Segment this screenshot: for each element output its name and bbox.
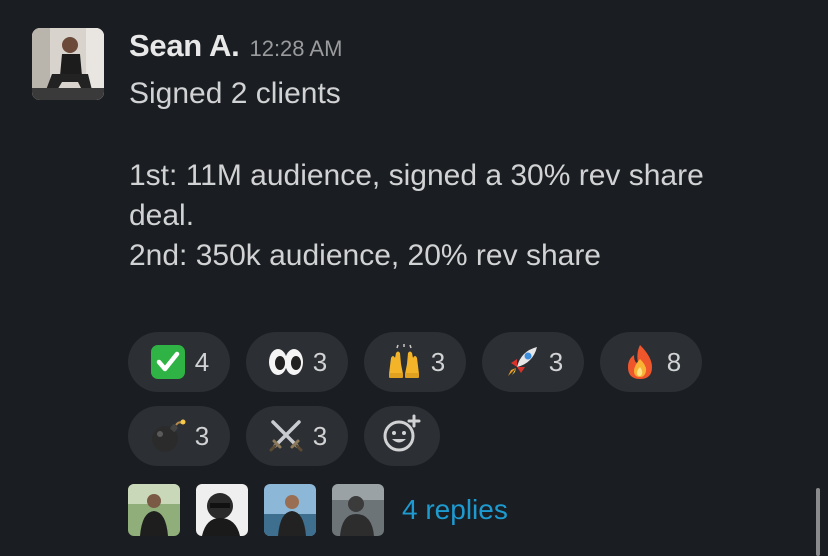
reaction-fire[interactable]: 8	[600, 332, 702, 392]
reaction-crossed-swords[interactable]: 3	[246, 406, 348, 466]
message-line: 1st: 11M audience, signed a 30% rev shar…	[129, 159, 704, 192]
message: Sean A. 12:28 AM Signed 2 clients 1st: 1…	[0, 0, 828, 556]
crossed-swords-icon	[267, 417, 305, 455]
message-header: Sean A. 12:28 AM	[129, 28, 342, 68]
fire-icon	[621, 343, 659, 381]
reaction-row: 3 3	[128, 406, 728, 466]
reaction-count: 3	[194, 420, 210, 451]
reaction-count: 3	[430, 346, 446, 377]
replies-link[interactable]: 4 replies	[402, 494, 508, 526]
message-body: Signed 2 clients 1st: 11M audience, sign…	[129, 74, 789, 276]
check-mark-icon	[149, 343, 187, 381]
reaction-count: 3	[548, 346, 564, 377]
reaction-check-mark[interactable]: 4	[128, 332, 230, 392]
author-name[interactable]: Sean A.	[129, 28, 240, 64]
bomb-icon	[149, 417, 187, 455]
message-line: deal.	[129, 199, 195, 232]
message-line: Signed 2 clients	[129, 77, 341, 110]
scrollbar-thumb[interactable]	[816, 488, 820, 556]
reaction-row: 4 3 3 3 8	[128, 332, 728, 392]
raised-hands-icon	[385, 343, 423, 381]
reply-avatar	[264, 484, 316, 536]
message-timestamp[interactable]: 12:28 AM	[249, 36, 342, 62]
eyes-icon	[267, 343, 305, 381]
reaction-count: 3	[312, 420, 328, 451]
reaction-rocket[interactable]: 3	[482, 332, 584, 392]
reaction-count: 4	[194, 346, 210, 377]
reaction-bomb[interactable]: 3	[128, 406, 230, 466]
author-avatar[interactable]	[32, 28, 104, 100]
reaction-count: 3	[312, 346, 328, 377]
reaction-count: 8	[666, 346, 682, 377]
message-line: 2nd: 350k audience, 20% rev share	[129, 239, 601, 272]
reaction-raised-hands[interactable]: 3	[364, 332, 466, 392]
reactions-bar: 4 3 3 3 8 3 3	[128, 332, 728, 480]
add-reaction-button[interactable]	[364, 406, 440, 466]
reply-avatar	[332, 484, 384, 536]
reaction-eyes[interactable]: 3	[246, 332, 348, 392]
thread-summary[interactable]: 4 replies	[128, 484, 508, 536]
rocket-icon	[503, 343, 541, 381]
reply-avatar	[128, 484, 180, 536]
add-reaction-icon	[382, 414, 422, 459]
reply-avatar	[196, 484, 248, 536]
